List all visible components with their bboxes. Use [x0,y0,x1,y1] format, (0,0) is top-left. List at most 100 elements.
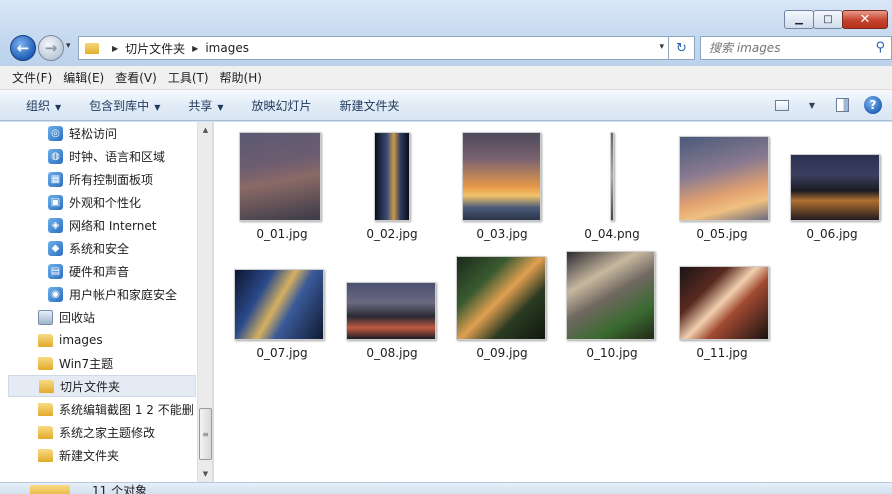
menu-view[interactable]: 查看(V) [115,69,157,86]
organize-button[interactable]: 组织 ▼ [26,97,61,114]
all-control-panel-items-icon: ▦ [48,171,63,187]
dropdown-arrow-icon: ▼ [217,102,224,112]
network-internet-icon: ◈ [48,217,63,233]
ease-of-access-icon: ◎ [48,125,63,141]
breadcrumb-separator[interactable]: ▶ [112,44,118,53]
breadcrumb-item[interactable]: images [205,41,249,55]
refresh-icon: ↻ [676,40,687,56]
dropdown-arrow-icon: ▼ [154,102,161,112]
file-name: 0_08.jpg [366,346,418,360]
file-name: 0_09.jpg [476,346,528,360]
refresh-button[interactable]: ↻ [669,36,695,60]
nav-item-control-panel[interactable]: ◉ 用户帐户和家庭安全 [0,283,196,305]
file-name: 0_07.jpg [256,346,308,360]
close-button[interactable]: ✕ [842,10,888,29]
nav-item-folder[interactable]: 新建文件夹 [0,444,196,466]
nav-item-control-panel[interactable]: ◎ 轻松访问 [0,122,196,144]
file-thumbnail[interactable] [456,256,546,340]
nav-item-control-panel[interactable]: ▤ 硬件和声音 [0,260,196,282]
nav-item-label: Win7主题 [59,356,114,371]
scroll-up-icon[interactable]: ▲ [198,122,212,138]
file-thumbnail[interactable] [234,269,324,340]
slideshow-button[interactable]: 放映幻灯片 [252,97,312,114]
item-count: 11 个对象 [92,484,148,494]
minimize-button[interactable]: ▁ [784,10,814,29]
forward-button[interactable]: → [38,35,64,61]
menu-file[interactable]: 文件(F) [12,69,52,86]
caption-buttons: ▁ □ ✕ [784,10,888,29]
file-item[interactable]: 0_06.jpg [782,122,882,362]
file-thumbnail[interactable] [790,154,880,221]
nav-item-folder[interactable]: images [0,329,196,351]
menu-edit[interactable]: 编辑(E) [63,69,104,86]
file-item[interactable]: 0_09.jpg [452,122,552,362]
breadcrumb-item[interactable]: 切片文件夹 [125,40,185,57]
title-bar: ▁ □ ✕ ← → ▾ ▶ 切片文件夹 ▶ images ▾ ↻ ⚲ [0,0,892,66]
maximize-icon: □ [823,14,833,25]
nav-item-label: 系统之家主题修改 [59,425,156,440]
file-item[interactable]: 0_11.jpg [672,122,772,362]
folder-icon [30,485,70,494]
address-dropdown[interactable]: ▾ [659,42,664,52]
help-icon[interactable]: ? [864,96,882,114]
new-folder-button[interactable]: 新建文件夹 [340,97,400,114]
file-item[interactable]: 0_10.jpg [562,122,662,362]
file-thumbnail[interactable] [566,251,655,340]
search-input[interactable] [709,41,859,55]
maximize-button[interactable]: □ [813,10,843,29]
nav-item-control-panel[interactable]: ◈ 网络和 Internet [0,214,196,236]
search-box[interactable]: ⚲ [700,36,892,60]
breadcrumb-separator[interactable]: ▶ [192,44,198,53]
file-thumbnail[interactable] [346,282,436,340]
organize-label: 组织 [26,98,51,113]
nav-item-control-panel[interactable]: ◍ 时钟、语言和区域 [0,145,196,167]
views-icon [775,99,789,111]
nav-item-label: 轻松访问 [69,126,118,141]
nav-item-folder[interactable]: Win7主题 [0,352,196,374]
nav-item-label: 用户帐户和家庭安全 [69,287,178,302]
change-view-button[interactable] [774,97,790,113]
file-item[interactable]: 0_08.jpg [342,122,442,362]
scroll-thumb[interactable]: ≡ [199,408,212,460]
back-button[interactable]: ← [10,35,36,61]
recent-pages-dropdown[interactable]: ▾ [66,41,71,51]
scroll-down-icon[interactable]: ▼ [198,466,212,482]
nav-item-label: 系统编辑截图 1 2 不能删 [59,402,194,417]
nav-item-label: 新建文件夹 [59,448,120,463]
preview-pane-icon [835,98,849,112]
menu-tools[interactable]: 工具(T) [168,69,209,86]
navigation-pane: ◎ 轻松访问 ◍ 时钟、语言和区域 ▦ 所有控制面板项 ▣ 外观和个性化 ◈ 网络和 Intern… [0,122,213,482]
address-bar[interactable]: ▶ 切片文件夹 ▶ images ▾ [78,36,669,60]
nav-item-label: 切片文件夹 [60,379,121,394]
nav-item-folder[interactable]: 系统之家主题修改 [0,421,196,443]
dropdown-arrow-icon: ▼ [55,102,62,112]
file-name: 0_06.jpg [806,227,858,241]
appearance-personalization-icon: ▣ [48,194,63,210]
search-icon[interactable]: ⚲ [875,40,885,55]
include-in-library-button[interactable]: 包含到库中 ▼ [89,97,160,114]
nav-item-label: images [59,333,103,347]
nav-item-recycle-bin[interactable]: 回收站 [0,306,196,328]
folder-icon [38,356,53,370]
file-thumbnail[interactable] [679,266,769,340]
file-name: 0_10.jpg [586,346,638,360]
nav-item-control-panel[interactable]: ▦ 所有控制面板项 [0,168,196,190]
file-list: 0_01.jpg 0_02.jpg 0_03.jpg 0_04.png 0_05.jpg… [214,122,892,482]
file-item[interactable]: 0_07.jpg [232,122,332,362]
folder-icon [38,448,53,462]
status-bar: 11 个对象 [0,482,892,494]
nav-item-label: 时钟、语言和区域 [69,149,166,164]
nav-item-folder[interactable]: 系统编辑截图 1 2 不能删 [0,398,196,420]
forward-arrow-icon: → [44,39,58,57]
nav-item-label: 硬件和声音 [69,264,130,279]
preview-pane-button[interactable] [834,97,850,113]
nav-item-control-panel[interactable]: ▣ 外观和个性化 [0,191,196,213]
more-views-dropdown[interactable]: ▼ [804,97,820,113]
nav-item-control-panel[interactable]: ◆ 系统和安全 [0,237,196,259]
nav-item-folder[interactable]: 切片文件夹 [8,375,196,397]
folder-icon [38,333,53,347]
nav-scrollbar[interactable]: ▲ ≡ ▼ [197,122,212,482]
menu-help[interactable]: 帮助(H) [220,69,262,86]
share-button[interactable]: 共享 ▼ [188,97,223,114]
nav-item-label: 外观和个性化 [69,195,142,210]
